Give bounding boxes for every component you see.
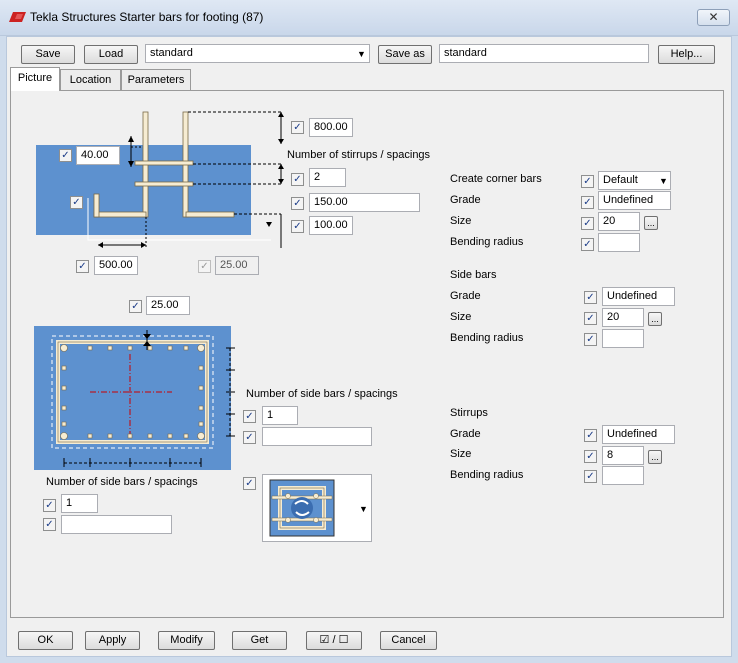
side-grade-label: Grade	[450, 290, 481, 302]
save-as-input[interactable]: standard	[439, 44, 649, 63]
stirrup-size-input[interactable]: 8	[602, 446, 644, 465]
corner-bending-input[interactable]	[598, 233, 640, 252]
toggle-all-button[interactable]: ☑ / ☐	[306, 631, 362, 650]
stirrup-size-checkbox[interactable]: ✓	[584, 450, 597, 463]
side-bending-input[interactable]	[602, 329, 644, 348]
chevron-down-icon[interactable]: ▼	[357, 49, 366, 59]
cancel-button[interactable]: Cancel	[380, 631, 437, 650]
bottom-side-count-checkbox[interactable]: ✓	[43, 499, 56, 512]
bottom-side-count-input[interactable]: 1	[61, 494, 98, 513]
bottom-side-bars-label: Number of side bars / spacings	[46, 476, 198, 488]
window-title: Tekla Structures Starter bars for footin…	[30, 10, 264, 24]
corner-grade-label: Grade	[450, 194, 481, 206]
stirrup-grade-input[interactable]: Undefined	[602, 425, 675, 444]
stirrup-bending-label: Bending radius	[450, 469, 524, 481]
side-bending-checkbox[interactable]: ✓	[584, 333, 597, 346]
bottom-cover-input: 25.00	[215, 256, 259, 275]
side-grade-checkbox[interactable]: ✓	[584, 291, 597, 304]
corner-grade-checkbox[interactable]: ✓	[581, 196, 594, 209]
help-button[interactable]: Help...	[658, 45, 715, 64]
stirrups-label: Number of stirrups / spacings	[287, 149, 431, 161]
plan-cover-input[interactable]: 25.00	[146, 296, 190, 315]
stirrups-header: Stirrups	[450, 407, 488, 419]
stirrup-grade-label: Grade	[450, 428, 481, 440]
side-size-label: Size	[450, 311, 472, 323]
corner-grade-input[interactable]: Undefined	[598, 191, 671, 210]
chevron-down-icon[interactable]: ▼	[359, 504, 368, 514]
corner-bending-checkbox[interactable]: ✓	[581, 238, 594, 251]
stirrup-spacing-1-input[interactable]: 150.00	[309, 193, 420, 212]
create-corner-bars-label: Create corner bars	[450, 173, 542, 185]
hook-checkbox[interactable]: ✓	[70, 196, 83, 209]
load-select[interactable]: standard	[145, 44, 370, 63]
plan-cover-checkbox[interactable]: ✓	[129, 300, 142, 313]
stirrup-spacing-2-checkbox[interactable]: ✓	[291, 220, 304, 233]
tekla-logo-icon	[9, 12, 26, 22]
bottom-cover-checkbox: ✓	[198, 260, 211, 273]
corner-size-input[interactable]: 20	[598, 212, 640, 231]
stirrup-bending-checkbox[interactable]: ✓	[584, 470, 597, 483]
stirrup-size-label: Size	[450, 448, 472, 460]
section-diagram	[36, 111, 284, 248]
bottom-side-spacing-input[interactable]	[61, 515, 172, 534]
cover-input[interactable]: 40.00	[76, 146, 120, 165]
stirrup-shape-icon	[269, 479, 335, 537]
corner-size-browse-button[interactable]: ...	[644, 216, 658, 230]
bottom-length-checkbox[interactable]: ✓	[76, 260, 89, 273]
close-button[interactable]: ✕	[697, 9, 730, 26]
plan-diagram	[34, 326, 235, 470]
stirrup-count-checkbox[interactable]: ✓	[291, 173, 304, 186]
create-corner-bars-checkbox[interactable]: ✓	[581, 175, 594, 188]
side-size-checkbox[interactable]: ✓	[584, 312, 597, 325]
chevron-down-icon[interactable]: ▼	[659, 176, 668, 186]
save-as-button[interactable]: Save as	[378, 45, 432, 64]
get-button[interactable]: Get	[232, 631, 287, 650]
corner-size-label: Size	[450, 215, 472, 227]
right-side-spacing-checkbox[interactable]: ✓	[243, 431, 256, 444]
top-length-input[interactable]: 800.00	[309, 118, 353, 137]
stirrup-grade-checkbox[interactable]: ✓	[584, 429, 597, 442]
right-side-bars-label: Number of side bars / spacings	[246, 388, 398, 400]
right-side-count-checkbox[interactable]: ✓	[243, 410, 256, 423]
load-button[interactable]: Load	[84, 45, 138, 64]
stirrup-bending-input[interactable]	[602, 466, 644, 485]
stirrup-spacing-2-input[interactable]: 100.00	[309, 216, 353, 235]
tab-parameters[interactable]: Parameters	[121, 69, 191, 90]
stirrup-shape-checkbox[interactable]: ✓	[243, 477, 256, 490]
side-size-input[interactable]: 20	[602, 308, 644, 327]
right-side-spacing-input[interactable]	[262, 427, 372, 446]
top-length-checkbox[interactable]: ✓	[291, 121, 304, 134]
tab-location[interactable]: Location	[60, 69, 121, 90]
cover-checkbox[interactable]: ✓	[59, 149, 72, 162]
side-bars-header: Side bars	[450, 269, 497, 281]
side-grade-input[interactable]: Undefined	[602, 287, 675, 306]
save-button[interactable]: Save	[21, 45, 75, 64]
ok-button[interactable]: OK	[18, 631, 73, 650]
side-bending-label: Bending radius	[450, 332, 524, 344]
apply-button[interactable]: Apply	[85, 631, 140, 650]
stirrup-count-input[interactable]: 2	[309, 168, 346, 187]
corner-size-checkbox[interactable]: ✓	[581, 217, 594, 230]
tab-picture[interactable]: Picture	[10, 67, 60, 91]
modify-button[interactable]: Modify	[158, 631, 215, 650]
stirrup-size-browse-button[interactable]: ...	[648, 450, 662, 464]
corner-bending-label: Bending radius	[450, 236, 524, 248]
bottom-side-spacing-checkbox[interactable]: ✓	[43, 518, 56, 531]
stirrup-spacing-1-checkbox[interactable]: ✓	[291, 197, 304, 210]
right-side-count-input[interactable]: 1	[262, 406, 298, 425]
bottom-length-input[interactable]: 500.00	[94, 256, 138, 275]
side-size-browse-button[interactable]: ...	[648, 312, 662, 326]
